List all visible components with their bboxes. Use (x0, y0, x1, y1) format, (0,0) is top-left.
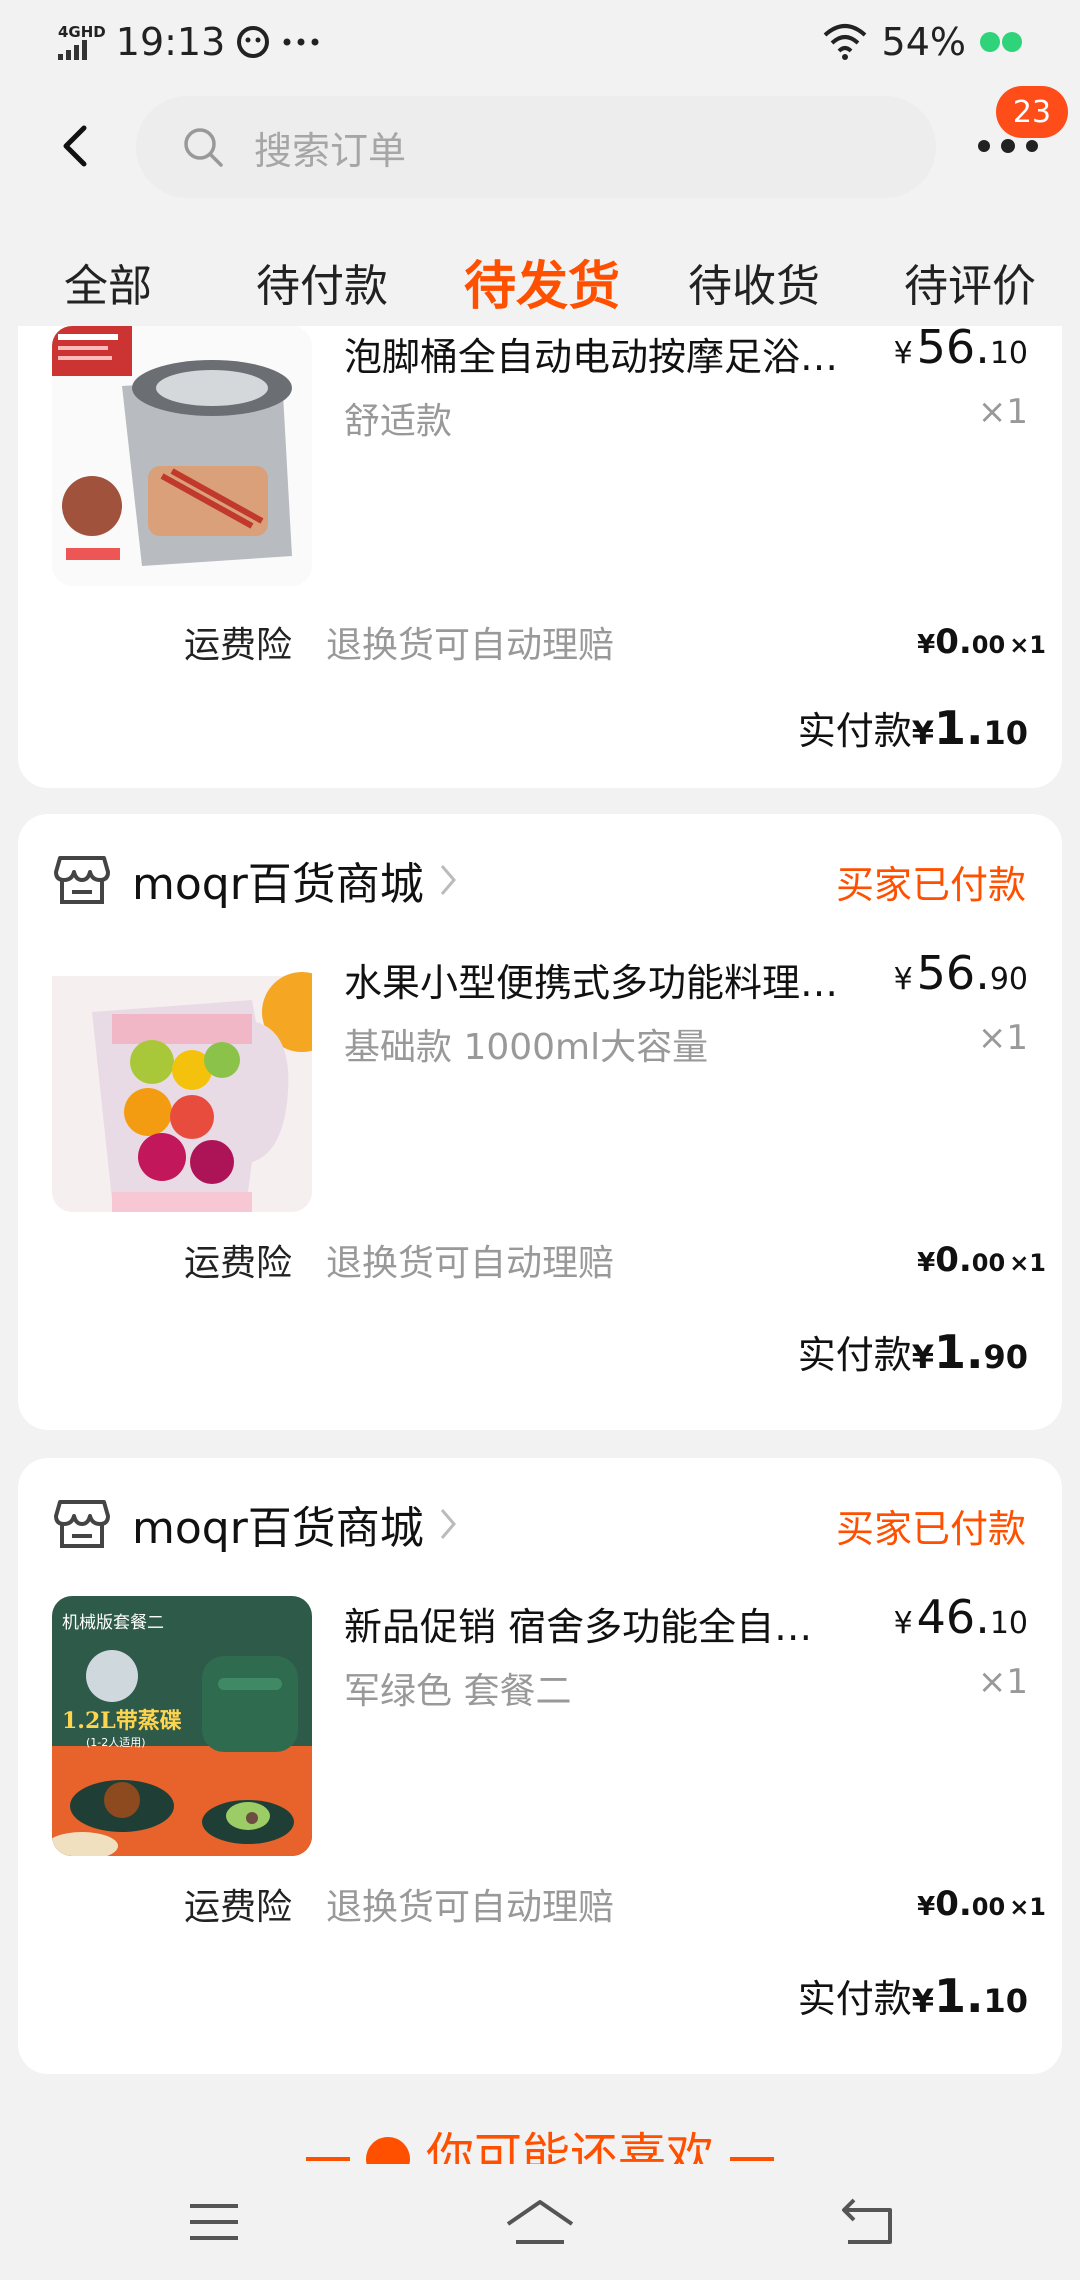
more-notifications-icon (283, 38, 319, 46)
store-header[interactable]: moqr百货商城 (54, 1492, 458, 1556)
insurance-label: 运费险 (184, 625, 293, 666)
tab-pending-review[interactable]: 待评价 (904, 250, 1036, 314)
insurance-price: ¥0.00 ×1 (917, 1240, 1046, 1280)
search-header: 搜索订单 (0, 84, 1080, 208)
search-icon (184, 128, 223, 167)
product-quantity: ×1 (977, 1018, 1028, 1058)
image-caption-main: 1.2L带蒸碟 (62, 1708, 182, 1734)
message-icon (237, 26, 270, 58)
order-status: 买家已付款 (835, 1507, 1026, 1551)
product-price: ¥56.10 (893, 326, 1028, 374)
store-icon (54, 856, 110, 904)
order-card[interactable]: 泡脚桶全自动电动按摩足浴… 舒适款 ¥56.10 ×1 运费险 退换货可自动理赔… (18, 326, 1062, 788)
product-name[interactable]: 新品促销 宿舍多功能全自… (344, 1596, 864, 1651)
system-nav-bar (0, 2164, 1080, 2280)
battery-percent: 54% (881, 20, 966, 64)
product-sku: 舒适款 (344, 401, 453, 442)
product-price: ¥56.90 (893, 946, 1028, 1000)
image-caption-top: 机械版套餐二 (62, 1613, 164, 1633)
insurance-description: 退换货可自动理赔 (326, 625, 615, 666)
insurance-price: ¥0.00 ×1 (917, 1884, 1046, 1924)
back-icon[interactable] (52, 122, 100, 170)
product-image[interactable] (52, 952, 312, 1212)
order-item[interactable]: 泡脚桶全自动电动按摩足浴… 舒适款 ¥56.10 ×1 (52, 326, 1028, 586)
image-caption-sub: (1-2人适用) (86, 1736, 146, 1749)
battery-icon (980, 32, 1022, 52)
recommend-heading: 你可能还喜欢 (0, 2116, 1080, 2164)
product-sku: 基础款 1000ml大容量 (344, 1027, 709, 1068)
divider-left (305, 2157, 350, 2161)
recommend-title: 你可能还喜欢 (425, 2128, 714, 2164)
divider-right (730, 2157, 774, 2161)
product-name[interactable]: 水果小型便携式多功能料理… (344, 952, 864, 1007)
store-header[interactable]: moqr百货商城 (54, 848, 458, 912)
order-status: 买家已付款 (835, 863, 1026, 907)
insurance-label: 运费险 (184, 1887, 293, 1928)
search-placeholder: 搜索订单 (254, 128, 407, 173)
store-icon (54, 1500, 110, 1548)
signal-icon (58, 39, 87, 60)
insurance-description: 退换货可自动理赔 (326, 1887, 615, 1928)
tab-all[interactable]: 全部 (64, 250, 152, 314)
actual-payment: 实付款¥1.10 (797, 701, 1028, 755)
store-name[interactable]: moqr百货商城 (132, 1492, 424, 1556)
order-tabs: 全部 待付款 待发货 待收货 待评价 (0, 228, 1080, 326)
product-image[interactable]: 机械版套餐二 1.2L带蒸碟 (1-2人适用) (52, 1596, 312, 1856)
shipping-insurance-row: 运费险 退换货可自动理赔 ¥0.00 ×1 (184, 1878, 1046, 1930)
product-price: ¥46.10 (893, 1590, 1028, 1644)
back-nav-icon[interactable] (840, 2194, 900, 2250)
order-card[interactable]: moqr百货商城 买家已付款 水果小型便携式多功能料理… 基础款 1000ml大… (18, 814, 1062, 1430)
wifi-icon (823, 24, 866, 60)
actual-payment: 实付款¥1.90 (797, 1325, 1028, 1379)
search-input[interactable]: 搜索订单 (136, 96, 936, 198)
menu-icon[interactable] (184, 2194, 244, 2250)
actual-payment: 实付款¥1.10 (797, 1969, 1028, 2023)
insurance-label: 运费险 (184, 1243, 293, 1284)
order-card[interactable]: moqr百货商城 买家已付款 机械版套餐二 1.2L带蒸碟 (1-2人适用) 新… (18, 1458, 1062, 2074)
product-quantity: ×1 (977, 392, 1028, 432)
store-name[interactable]: moqr百货商城 (132, 848, 424, 912)
network-indicator: 4GHD (58, 24, 106, 60)
product-quantity: ×1 (977, 1662, 1028, 1702)
order-item[interactable]: 水果小型便携式多功能料理… 基础款 1000ml大容量 ¥56.90 ×1 (52, 946, 1028, 1212)
clock: 19:13 (115, 20, 226, 64)
status-bar: 4GHD 19:13 54% (0, 0, 1080, 84)
order-list[interactable]: 泡脚桶全自动电动按摩足浴… 舒适款 ¥56.10 ×1 运费险 退换货可自动理赔… (0, 326, 1080, 2164)
tab-pending-payment[interactable]: 待付款 (256, 250, 388, 314)
chevron-right-icon (440, 865, 456, 895)
product-name[interactable]: 泡脚桶全自动电动按摩足浴… (344, 326, 864, 381)
product-image[interactable] (52, 326, 312, 586)
product-sku: 军绿色 套餐二 (344, 1671, 572, 1712)
insurance-description: 退换货可自动理赔 (326, 1243, 615, 1284)
shipping-insurance-row: 运费险 退换货可自动理赔 ¥0.00 ×1 (184, 616, 1046, 668)
chevron-right-icon (440, 1509, 456, 1539)
tab-pending-shipment[interactable]: 待发货 (464, 244, 620, 319)
tab-pending-receipt[interactable]: 待收货 (688, 250, 820, 314)
order-item[interactable]: 机械版套餐二 1.2L带蒸碟 (1-2人适用) 新品促销 宿舍多功能全自… 军绿… (52, 1590, 1028, 1856)
heart-icon (365, 2137, 410, 2164)
shipping-insurance-row: 运费险 退换货可自动理赔 ¥0.00 ×1 (184, 1234, 1046, 1286)
home-icon[interactable] (504, 2194, 576, 2250)
message-count-badge: 23 (996, 86, 1068, 138)
insurance-price: ¥0.00 ×1 (917, 622, 1046, 662)
